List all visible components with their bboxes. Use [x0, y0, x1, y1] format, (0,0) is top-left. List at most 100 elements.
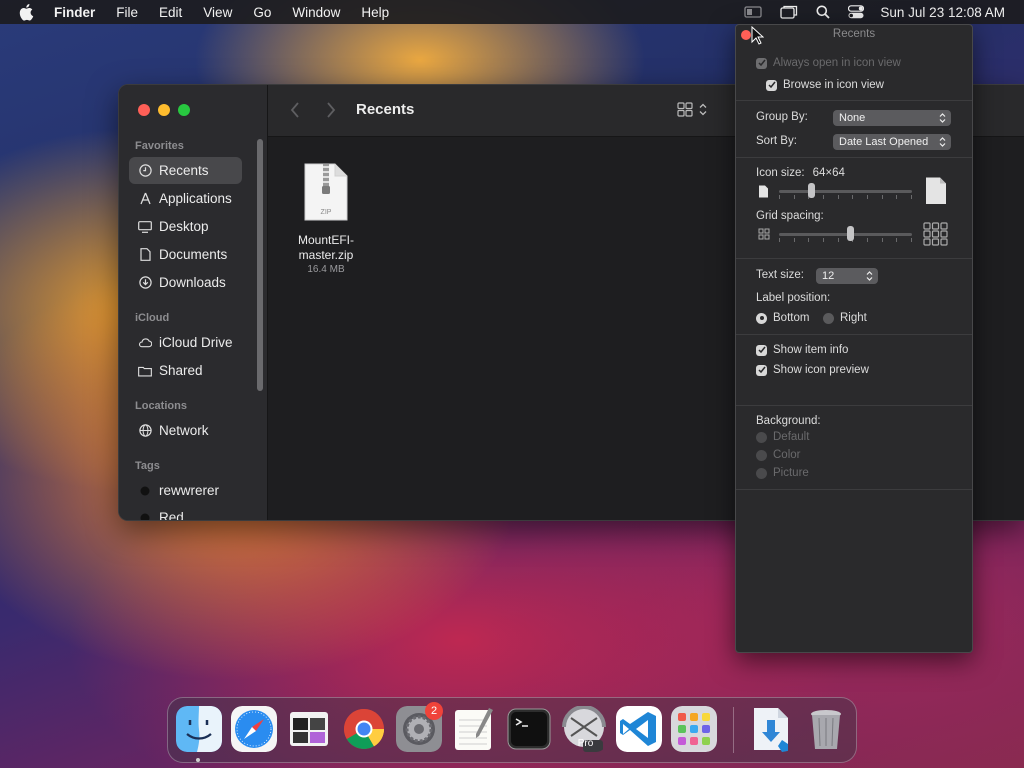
zip-file-icon: ZIP: [304, 163, 348, 221]
label-right-radio[interactable]: Right: [823, 312, 867, 324]
file-name-line2: master.zip: [298, 248, 354, 262]
chevron-updown-icon: [939, 113, 946, 123]
radio-disabled-icon: [756, 431, 767, 443]
menu-help[interactable]: Help: [361, 5, 389, 20]
icon-size-label: Icon size:: [756, 167, 805, 179]
slider-tick: [808, 238, 809, 242]
screen-mirroring-icon[interactable]: [744, 5, 763, 19]
menu-edit[interactable]: Edit: [159, 5, 182, 20]
large-document-icon: [926, 177, 946, 204]
slider-track: [779, 190, 912, 193]
menu-go[interactable]: Go: [253, 5, 271, 20]
trash-dock-icon[interactable]: [803, 706, 849, 752]
sidebar-item-network[interactable]: Network: [129, 417, 242, 444]
view-mode-button[interactable]: [677, 102, 708, 117]
chrome-dock-icon[interactable]: [341, 706, 387, 752]
textedit-dock-icon[interactable]: [451, 706, 497, 752]
tag-dot-icon: [138, 511, 152, 520]
background-label: Background:: [756, 415, 821, 427]
browse-icon-checkbox[interactable]: Browse in icon view: [766, 79, 884, 91]
text-size-select[interactable]: 12: [816, 268, 878, 284]
show-icon-preview-label: Show icon preview: [773, 364, 869, 376]
sidebar-item-downloads[interactable]: Downloads: [129, 269, 242, 296]
show-item-info-checkbox[interactable]: Show item info: [756, 344, 848, 356]
preview-dock-icon[interactable]: [286, 706, 332, 752]
slider-tick: [882, 195, 883, 199]
safari-dock-icon[interactable]: [231, 706, 277, 752]
file-name: MountEFI- master.zip: [288, 233, 364, 263]
sidebar-item-tag-rewwrerer[interactable]: rewwrerer: [129, 477, 242, 504]
slider-tick: [838, 238, 839, 242]
back-button[interactable]: [290, 102, 300, 118]
bg-default-radio[interactable]: Default: [756, 431, 809, 443]
bg-picture-label: Picture: [773, 467, 809, 479]
vscode-dock-icon[interactable]: [616, 706, 662, 752]
spotlight-icon[interactable]: [816, 5, 831, 19]
close-window-button[interactable]: [138, 104, 150, 116]
zip-type-label: ZIP: [321, 209, 332, 216]
checkmark-icon: [756, 57, 767, 69]
window-icon[interactable]: [780, 5, 798, 19]
sidebar-scrollbar[interactable]: [257, 139, 263, 391]
sidebar-item-recents[interactable]: Recents: [129, 157, 242, 184]
sidebar-item-label: iCloud Drive: [159, 335, 233, 350]
menu-window[interactable]: Window: [292, 5, 340, 20]
menu-file[interactable]: File: [116, 5, 138, 20]
label-bottom-radio[interactable]: Bottom: [756, 312, 809, 324]
group-by-select[interactable]: None: [833, 110, 951, 126]
slider-tick: [911, 238, 912, 242]
sidebar-item-applications[interactable]: Applications: [129, 185, 242, 212]
globe-icon: [138, 424, 152, 438]
sidebar: Favorites Recents Applications Desktop D…: [119, 85, 268, 520]
slider-track: [779, 233, 912, 236]
dock: 2 Pro: [167, 697, 857, 763]
icon-size-value: 64×64: [812, 167, 845, 179]
sort-by-label: Sort By:: [756, 135, 797, 147]
sidebar-item-tag-red[interactable]: Red: [129, 504, 242, 520]
separator: [736, 405, 972, 406]
download-icon: [138, 276, 152, 290]
menu-clock[interactable]: Sun Jul 23 12:08 AM: [880, 5, 1005, 20]
sidebar-item-icloud-drive[interactable]: iCloud Drive: [129, 329, 242, 356]
window-title: Recents: [356, 101, 415, 118]
minimize-window-button[interactable]: [158, 104, 170, 116]
applications-icon: [138, 192, 152, 206]
show-icon-preview-checkbox[interactable]: Show icon preview: [756, 364, 869, 376]
icon-size-slider[interactable]: [779, 183, 912, 199]
pro-label: Pro: [577, 738, 594, 749]
slider-tick: [867, 195, 868, 199]
slider-tick: [838, 195, 839, 199]
separator: [736, 489, 972, 490]
show-item-info-label: Show item info: [773, 344, 849, 356]
bg-color-radio[interactable]: Color: [756, 449, 800, 461]
zoom-window-button[interactable]: [178, 104, 190, 116]
slider-thumb[interactable]: [808, 183, 815, 198]
icon-grid-icon: [677, 102, 693, 117]
mouse-cursor-icon: [751, 26, 764, 45]
terminal-dock-icon[interactable]: [506, 706, 552, 752]
sidebar-item-documents[interactable]: Documents: [129, 241, 242, 268]
sidebar-item-label: Documents: [159, 247, 228, 262]
downloads-stack-icon[interactable]: [748, 706, 794, 752]
menu-finder[interactable]: Finder: [54, 5, 95, 20]
file-item[interactable]: ZIP MountEFI- master.zip 16.4 MB: [288, 163, 364, 275]
always-open-checkbox[interactable]: Always open in icon view: [756, 57, 901, 69]
shared-folder-icon: [138, 364, 152, 378]
finder-dock-icon[interactable]: [176, 706, 222, 752]
panel-title: Recents: [832, 28, 876, 40]
forward-button[interactable]: [326, 102, 336, 118]
slider-tick: [823, 238, 824, 242]
sidebar-item-shared[interactable]: Shared: [129, 357, 242, 384]
tag-dot-icon: [138, 484, 152, 498]
control-center-icon[interactable]: [848, 5, 865, 19]
launchpad-dock-icon[interactable]: [671, 706, 717, 752]
slider-thumb[interactable]: [847, 226, 854, 241]
sort-by-select[interactable]: Date Last Opened: [833, 134, 951, 150]
bg-picture-radio[interactable]: Picture: [756, 467, 809, 479]
grid-spacing-slider[interactable]: [779, 226, 912, 242]
slider-tick: [794, 195, 795, 199]
apple-menu-icon[interactable]: [18, 3, 34, 21]
slider-tick: [823, 195, 824, 199]
menu-view[interactable]: View: [203, 5, 232, 20]
sidebar-item-desktop[interactable]: Desktop: [129, 213, 242, 240]
